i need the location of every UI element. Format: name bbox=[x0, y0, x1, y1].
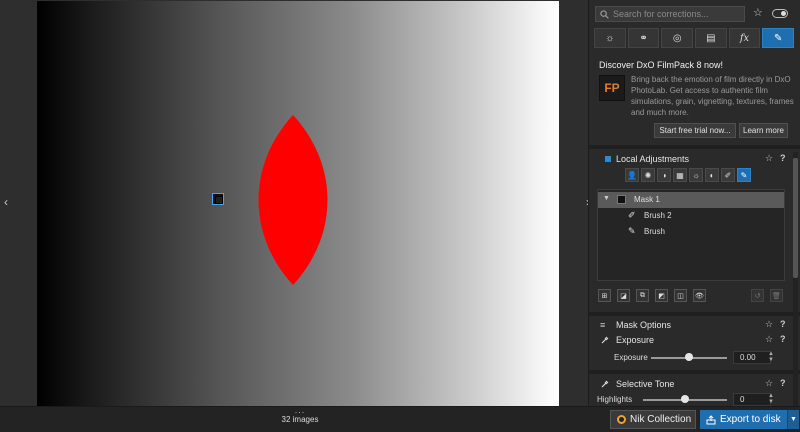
mask-tools-bar: ⊞ ◪ ⧉ ◩ ◫ 👁 bbox=[598, 289, 706, 305]
reset-icon[interactable]: ↺ bbox=[751, 289, 764, 302]
sun-icon[interactable]: ☼ bbox=[594, 28, 626, 48]
filmpack-promo: Discover DxO FilmPack 8 now! FP Bring ba… bbox=[589, 52, 800, 144]
help-icon[interactable]: ? bbox=[780, 334, 786, 344]
brush-icon: ✎ bbox=[628, 226, 636, 236]
fx-icon[interactable]: fx bbox=[728, 28, 761, 48]
panel-scrollbar[interactable] bbox=[793, 152, 798, 406]
help-icon[interactable]: ? bbox=[780, 378, 786, 388]
expand-icon[interactable]: ▼ bbox=[603, 195, 610, 202]
slider-label: Exposure bbox=[614, 353, 648, 362]
portrait-icon[interactable]: 👤 bbox=[625, 168, 639, 182]
auto-mask-icon[interactable]: ✐ bbox=[721, 168, 735, 182]
mask-row[interactable]: ✎ Brush bbox=[598, 224, 784, 240]
highlights-slider-knob[interactable] bbox=[681, 395, 689, 403]
eye-icon[interactable]: 👁 bbox=[693, 289, 706, 302]
geometry-icon[interactable]: ▤ bbox=[695, 28, 727, 48]
section-title: Mask Options bbox=[616, 320, 672, 330]
palette-bar: ☼ ⚭ ◎ ▤ fx ✎ bbox=[594, 28, 795, 48]
nik-collection-label: Nik Collection bbox=[630, 414, 692, 425]
mask-name: Brush 2 bbox=[644, 211, 672, 220]
corrections-panel: ☆ ☼ ⚭ ◎ ▤ fx ✎ Discover DxO FilmPack 8 n… bbox=[588, 0, 800, 406]
start-trial-button[interactable]: Start free trial now... bbox=[654, 123, 736, 138]
local-adjustments-header[interactable]: Local Adjustments ☆ ? bbox=[589, 151, 794, 167]
promo-title: Discover DxO FilmPack 8 now! bbox=[599, 60, 724, 70]
search-input[interactable] bbox=[613, 9, 738, 19]
status-bar: ... 32 images Nik Collection Export to d… bbox=[0, 405, 800, 432]
exposure-slider-row: Exposure 0.00 ▲ ▼ bbox=[589, 350, 794, 366]
mask-options-header[interactable]: ≡ Mask Options ☆ ? bbox=[589, 317, 794, 333]
image-viewer[interactable]: ‹ › bbox=[0, 0, 590, 406]
spinner-icon[interactable]: ▲ ▼ bbox=[767, 393, 775, 406]
palette-color-indicator bbox=[605, 156, 611, 162]
favorites-toggle[interactable] bbox=[772, 9, 788, 18]
exposure-slider-knob[interactable] bbox=[685, 353, 693, 361]
new-layer-icon[interactable]: ◪ bbox=[617, 289, 630, 302]
promo-text: Bring back the emotion of film directly … bbox=[631, 75, 794, 117]
image-canvas[interactable] bbox=[37, 1, 559, 406]
trash-icon[interactable]: 🗑 bbox=[770, 289, 783, 302]
scrollbar-thumb[interactable] bbox=[793, 158, 798, 278]
mask-name: Mask 1 bbox=[634, 195, 660, 204]
pipette-icon bbox=[601, 380, 609, 388]
star-icon[interactable]: ☆ bbox=[765, 153, 773, 164]
local-tools-bar: 👤 ✺ ◑ ▦ ☼ ◐ ✐ ✎ bbox=[625, 168, 751, 184]
export-dropdown-icon[interactable]: ▼ bbox=[787, 410, 799, 429]
brush-tool-icon[interactable]: ✎ bbox=[737, 168, 751, 182]
export-icon bbox=[706, 414, 716, 424]
images-count: 32 images bbox=[281, 415, 319, 424]
filmstrip-left-arrow[interactable]: ‹ bbox=[1, 196, 11, 208]
pipette-icon bbox=[601, 336, 609, 344]
help-icon[interactable]: ? bbox=[780, 153, 786, 163]
mask-list: ▼ Mask 1 ✐ Brush 2 ✎ Brush bbox=[597, 189, 785, 281]
mask-swatch bbox=[617, 195, 626, 204]
export-to-disk-button[interactable]: Export to disk bbox=[700, 410, 787, 429]
highlights-value-field[interactable]: 0 bbox=[733, 393, 771, 406]
new-mask-icon[interactable]: ⊞ bbox=[598, 289, 611, 302]
exposure-header[interactable]: Exposure ☆ ? bbox=[589, 332, 794, 348]
learn-more-button[interactable]: Learn more bbox=[739, 123, 788, 138]
help-icon[interactable]: ? bbox=[780, 319, 786, 329]
mask-row[interactable]: ▼ Mask 1 bbox=[598, 192, 784, 208]
more-icon[interactable]: ... bbox=[290, 405, 310, 415]
invert-mask-icon[interactable]: ◩ bbox=[655, 289, 668, 302]
mask-tools-right: ↺ 🗑 bbox=[751, 289, 783, 305]
sliders-icon: ≡ bbox=[600, 320, 606, 330]
search-icon bbox=[600, 9, 609, 19]
divider bbox=[589, 145, 800, 149]
search-box[interactable] bbox=[595, 6, 745, 22]
nik-logo-icon bbox=[617, 415, 626, 424]
nik-collection-button[interactable]: Nik Collection bbox=[610, 410, 696, 429]
luminosity-mask-icon[interactable]: ☼ bbox=[689, 168, 703, 182]
divider bbox=[589, 312, 800, 316]
show-mask-icon[interactable]: ◫ bbox=[674, 289, 687, 302]
color-mask-icon[interactable]: ◐ bbox=[705, 168, 719, 182]
selective-tone-header[interactable]: Selective Tone ☆ ? bbox=[589, 376, 794, 392]
local-adjust-icon[interactable]: ✎ bbox=[762, 28, 795, 48]
graduated-filter-icon[interactable]: ▦ bbox=[673, 168, 687, 182]
export-label: Export to disk bbox=[720, 414, 781, 425]
star-icon[interactable]: ☆ bbox=[765, 334, 773, 345]
duplicate-icon[interactable]: ⧉ bbox=[636, 289, 649, 302]
exposure-value-field[interactable]: 0.00 bbox=[733, 351, 771, 364]
control-line-icon[interactable]: ◑ bbox=[657, 168, 671, 182]
favorites-star-icon[interactable]: ☆ bbox=[753, 6, 763, 19]
section-title: Exposure bbox=[616, 335, 655, 345]
detail-icon[interactable]: ◎ bbox=[661, 28, 694, 48]
brush-eraser-icon: ✐ bbox=[628, 210, 636, 220]
divider bbox=[589, 370, 800, 374]
star-icon[interactable]: ☆ bbox=[765, 378, 773, 389]
slider-label: Highlights bbox=[597, 395, 633, 404]
color-circles-icon[interactable]: ⚭ bbox=[627, 28, 660, 48]
spinner-icon[interactable]: ▲ ▼ bbox=[767, 351, 775, 364]
red-lens-shape bbox=[258, 115, 328, 285]
star-icon[interactable]: ☆ bbox=[765, 319, 773, 330]
mask-name: Brush bbox=[644, 227, 665, 236]
mask-pin[interactable] bbox=[212, 193, 224, 205]
photolab-window: ‹ › ☆ ☼ ⚭ ◎ ▤ fx ✎ Discover DxO bbox=[0, 0, 800, 432]
mask-row[interactable]: ✐ Brush 2 bbox=[598, 208, 784, 224]
section-title: Local Adjustments bbox=[616, 154, 690, 164]
filmpack-logo: FP bbox=[599, 75, 625, 101]
control-point-icon[interactable]: ✺ bbox=[641, 168, 655, 182]
section-title: Selective Tone bbox=[616, 379, 675, 389]
